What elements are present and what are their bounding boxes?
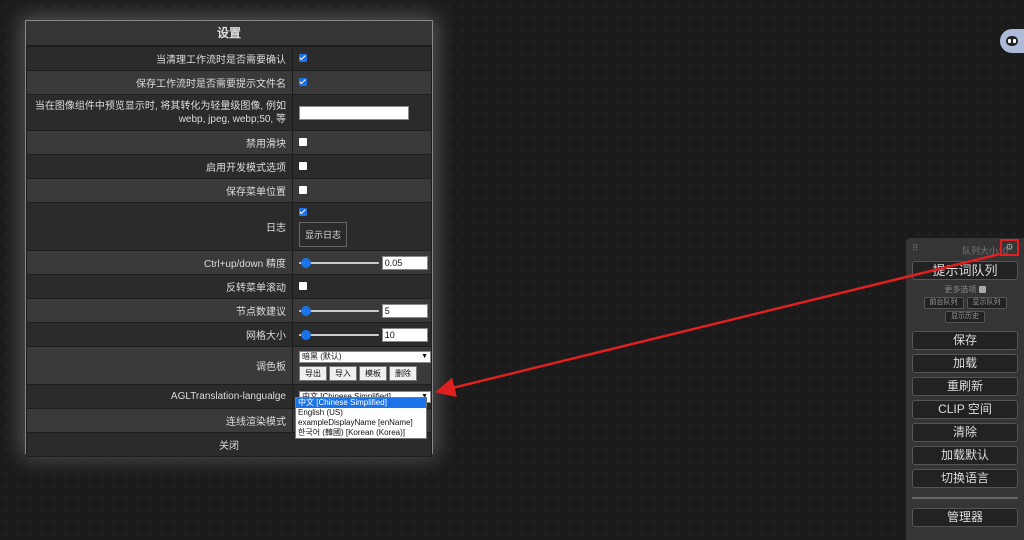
dev-mode-checkbox[interactable] bbox=[299, 162, 307, 171]
chevron-down-icon: ▼ bbox=[421, 352, 428, 360]
gear-icon[interactable]: ⚙ bbox=[1000, 239, 1019, 256]
refresh-button[interactable]: 重刷新 bbox=[912, 377, 1018, 396]
palette-template-button[interactable]: 模板 bbox=[359, 365, 387, 381]
setting-label-grid-size: 网格大小 bbox=[26, 322, 293, 347]
load-default-button[interactable]: 加载默认 bbox=[912, 446, 1018, 465]
palette-export-button[interactable]: 导出 bbox=[299, 365, 327, 381]
grid-size-slider[interactable] bbox=[299, 329, 379, 341]
drag-handle-icon[interactable]: ⠿ bbox=[912, 243, 919, 254]
queue-panel: ⠿ 队列大小: 0 提示词队列 更多选项 前台队列 显示队列 显示历史 保存 加… bbox=[906, 238, 1024, 540]
confirm-clear-checkbox[interactable] bbox=[299, 54, 307, 63]
preview-format-input[interactable] bbox=[299, 105, 409, 120]
setting-label-node-suggest: 节点数建议 bbox=[26, 298, 293, 323]
clear-button[interactable]: 清除 bbox=[912, 423, 1018, 442]
more-options-text: 更多选项 bbox=[944, 285, 977, 294]
language-option[interactable]: 中文 [Chinese Simplified] bbox=[296, 398, 426, 408]
node-suggest-slider[interactable] bbox=[299, 305, 379, 317]
setting-label-confirm-clear: 当清理工作流时是否需要确认 bbox=[26, 46, 293, 71]
settings-dialog: 设置 当清理工作流时是否需要确认 保存工作流时是否需要提示文件名 当在图像组件中… bbox=[25, 20, 433, 457]
language-option[interactable]: 한국어 (韓國) [Korean (Korea)] bbox=[296, 428, 426, 438]
clipspace-button[interactable]: CLIP 空间 bbox=[912, 400, 1018, 419]
log-checkbox[interactable] bbox=[299, 207, 307, 216]
ctrl-precision-input[interactable]: 0.05 bbox=[381, 255, 428, 270]
setting-label-log: 日志 bbox=[26, 202, 293, 251]
dialog-title: 设置 bbox=[26, 21, 432, 46]
queue-prompt-button[interactable]: 提示词队列 bbox=[912, 261, 1018, 280]
setting-label-palette: 调色板 bbox=[26, 346, 293, 385]
invert-scroll-checkbox[interactable] bbox=[299, 282, 307, 291]
save-button[interactable]: 保存 bbox=[912, 331, 1018, 350]
setting-label-dev-mode: 启用开发模式选项 bbox=[26, 154, 293, 179]
load-button[interactable]: 加载 bbox=[912, 354, 1018, 373]
assistant-bot-icon[interactable] bbox=[1000, 29, 1024, 53]
view-queue-left-button[interactable]: 前台队列 bbox=[923, 297, 964, 309]
setting-label-prompt-filename: 保存工作流时是否需要提示文件名 bbox=[26, 70, 293, 95]
setting-label-agl-language: AGLTranslation-langualge bbox=[26, 384, 293, 409]
setting-label-save-menu-pos: 保存菜单位置 bbox=[26, 178, 293, 203]
disable-slider-checkbox[interactable] bbox=[299, 138, 307, 147]
more-options-checkbox[interactable] bbox=[978, 286, 986, 294]
setting-label-invert-scroll: 反转菜单滚动 bbox=[26, 274, 293, 299]
palette-delete-button[interactable]: 删除 bbox=[389, 365, 417, 381]
grid-size-input[interactable]: 10 bbox=[381, 327, 428, 342]
language-option[interactable]: exampleDisplayName [enName] bbox=[296, 418, 426, 428]
divider bbox=[912, 497, 1018, 499]
node-suggest-input[interactable]: 5 bbox=[381, 303, 428, 318]
language-dropdown-list: 中文 [Chinese Simplified] English (US) exa… bbox=[295, 397, 427, 439]
more-options-label: 更多选项 bbox=[906, 284, 1024, 295]
palette-selected: 暗黑 (默认) bbox=[302, 351, 342, 361]
setting-label-ctrl-precision: Ctrl+up/down 精度 bbox=[26, 250, 293, 275]
switch-language-button[interactable]: 切换语言 bbox=[912, 469, 1018, 488]
ctrl-precision-slider[interactable] bbox=[299, 257, 379, 269]
show-log-button[interactable]: 显示日志 bbox=[299, 221, 348, 247]
language-option[interactable]: English (US) bbox=[296, 408, 426, 418]
setting-label-disable-slider: 禁用滑块 bbox=[26, 130, 293, 155]
view-queue-button[interactable]: 显示队列 bbox=[966, 297, 1007, 309]
settings-table: 当清理工作流时是否需要确认 保存工作流时是否需要提示文件名 当在图像组件中预览显… bbox=[26, 46, 432, 457]
manager-button[interactable]: 管理器 bbox=[912, 508, 1018, 527]
view-history-button[interactable]: 显示历史 bbox=[945, 311, 985, 323]
prompt-filename-checkbox[interactable] bbox=[299, 78, 307, 87]
setting-label-preview-format: 当在图像组件中预览显示时, 将其转化为轻量级图像, 例如 webp, jpeg,… bbox=[26, 94, 293, 131]
setting-label-link-render: 连线渲染模式 bbox=[26, 408, 293, 433]
palette-import-button[interactable]: 导入 bbox=[329, 365, 357, 381]
palette-select[interactable]: 暗黑 (默认) ▼ bbox=[299, 350, 431, 363]
save-menu-pos-checkbox[interactable] bbox=[299, 186, 307, 195]
